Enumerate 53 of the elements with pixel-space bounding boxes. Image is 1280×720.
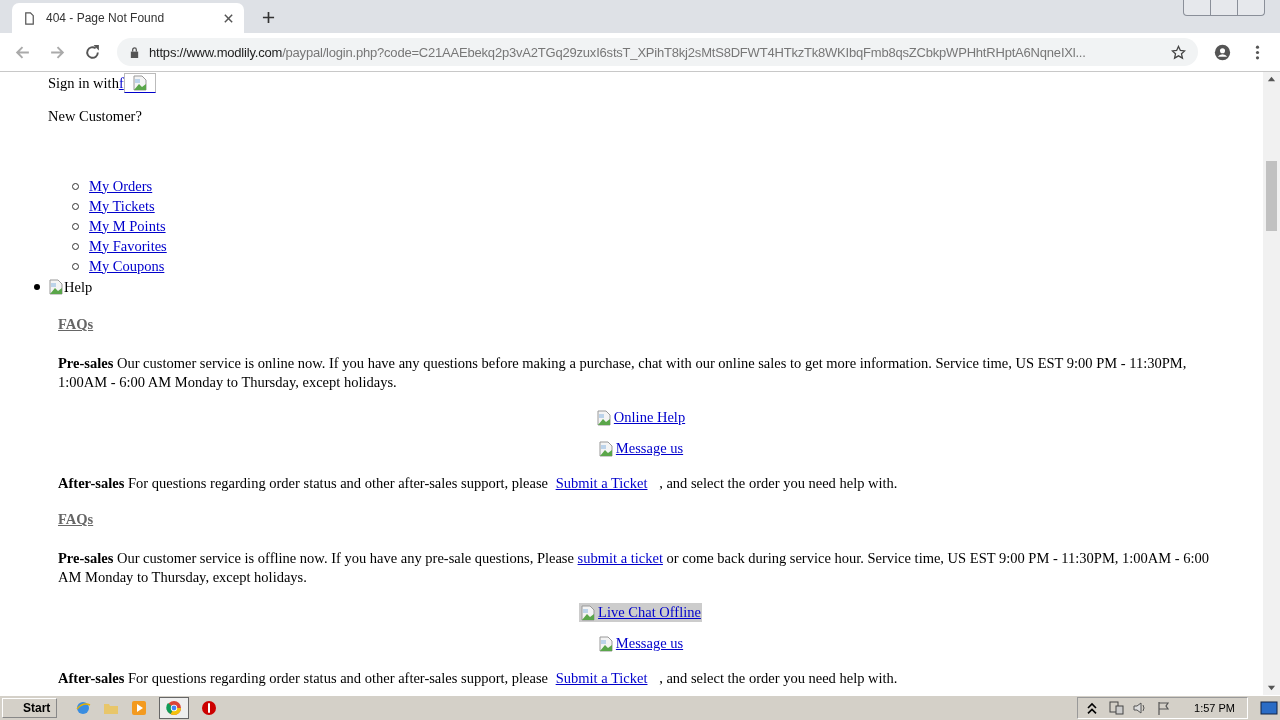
scroll-up-icon[interactable] (1267, 75, 1276, 84)
broken-image-icon (597, 441, 614, 457)
after-sales-text: After-sales For questions regarding order status and other after-sales support, please Submit a Ticket , and select the order you need help with. (58, 669, 899, 688)
clock: 1:57 PM (1194, 702, 1235, 714)
pre-sales-text: Pre-sales Our customer service is offline now. If you have any pre-sale questions, Please submit a ticket or come back during service hour. Service time, US EST 9:00 PM - 11:30PM, 1:00AM - 6:00 AM Monday to Thursday, except holidays. (58, 549, 1211, 587)
broken-image-icon (597, 636, 614, 652)
account-link[interactable]: My Favorites (89, 237, 167, 255)
new-tab-icon[interactable] (262, 11, 275, 24)
new-customer-text: New Customer? (48, 108, 143, 126)
close-icon[interactable] (223, 12, 234, 24)
broken-image-icon (580, 605, 597, 621)
help-link[interactable]: Message us (596, 634, 685, 653)
tab-title: 404 - Page Not Found (46, 11, 166, 25)
address-bar[interactable]: https://www.modlily.com/paypal/login.php?code=C21AAEbekq2p3vA2TGq29zuxI6stsT_XPihT8kj2sMtS8DFWT4HTkzTk8WKIbqFmb8qsZCbkpWPHhtRHptA6NqneIXl... (117, 38, 1198, 66)
help-label: Help (64, 278, 93, 296)
chrome-icon (166, 700, 183, 716)
submit-ticket-link[interactable]: Submit a Ticket (555, 475, 648, 491)
browser-tab[interactable]: 404 - Page Not Found (12, 3, 244, 33)
broken-image-icon (595, 410, 612, 426)
broken-image-icon (48, 279, 64, 295)
help-link[interactable]: Live Chat Offline (579, 603, 702, 622)
faqs-heading: FAQs (58, 316, 95, 334)
lock-icon (129, 46, 140, 58)
list-bullet (34, 284, 40, 290)
scrollbar[interactable] (1263, 72, 1280, 695)
media-player-icon[interactable] (131, 700, 148, 716)
help-link[interactable]: Online Help (594, 408, 687, 427)
submit-ticket-link[interactable]: submit a ticket (577, 550, 663, 566)
help-link[interactable]: Message us (596, 439, 685, 458)
broken-image-icon (131, 75, 148, 91)
scroll-down-icon[interactable] (1267, 683, 1276, 692)
account-icon[interactable] (1214, 43, 1231, 61)
browser-globe-icon[interactable] (75, 700, 92, 716)
submit-ticket-link[interactable]: Submit a Ticket (555, 670, 648, 686)
account-link[interactable]: My Orders (89, 177, 153, 195)
star-icon[interactable] (1171, 44, 1186, 60)
window-controls[interactable] (1183, 0, 1265, 16)
sign-in-link[interactable]: f (118, 74, 124, 92)
taskbar-chrome-button[interactable] (159, 697, 190, 719)
after-sales-text: After-sales For questions regarding order status and other after-sales support, please Submit a Ticket , and select the order you need help with. (58, 474, 899, 493)
sign-in-label: Sign in with (48, 74, 119, 92)
account-link[interactable]: My Tickets (89, 197, 155, 215)
network-icon[interactable] (1108, 700, 1125, 716)
show-desktop-icon[interactable] (1260, 701, 1278, 715)
reload-icon[interactable] (84, 43, 101, 61)
faqs-heading: FAQs (58, 511, 95, 529)
scroll-thumb[interactable] (1266, 161, 1277, 231)
account-link[interactable]: My Coupons (89, 257, 165, 275)
start-button[interactable]: Start (2, 698, 58, 718)
page-icon (22, 10, 37, 26)
stop-sign-icon[interactable] (201, 700, 218, 716)
account-link[interactable]: My M Points (89, 217, 166, 235)
pre-sales-text: Pre-sales Our customer service is online now. If you have any questions before making a purchase, chat with our online sales to get more information. Service time, US EST 9:00 PM - 11:30PM, 1:00AM - 6:00 AM Monday to Thursday, except holidays. (58, 354, 1188, 392)
